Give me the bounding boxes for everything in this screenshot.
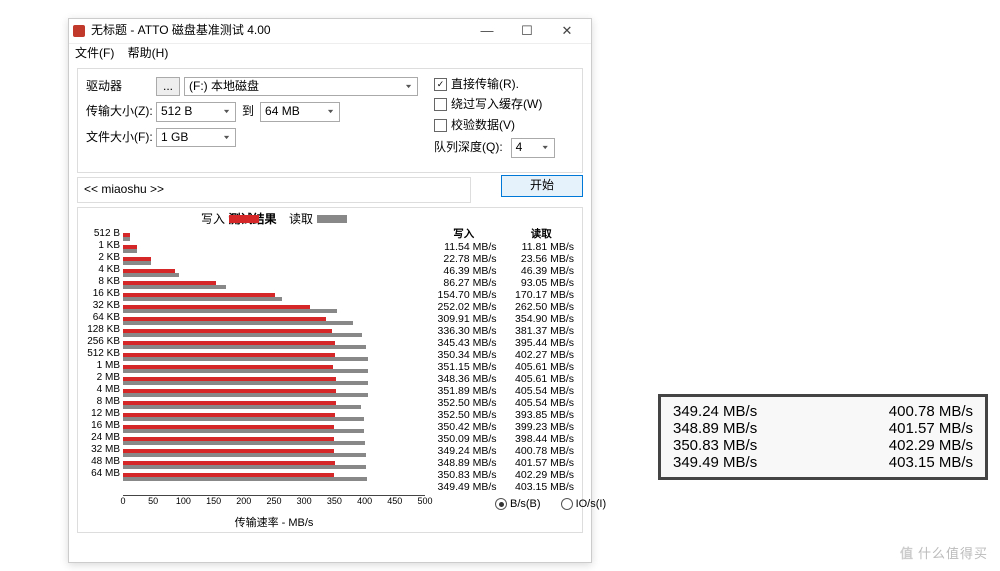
chart-x-axis: 050100150200250300350400450500: [123, 495, 425, 506]
unit-io-radio[interactable]: IO/s(I): [561, 497, 607, 511]
checkbox-checked-icon: ✓: [434, 78, 447, 91]
maximize-button[interactable]: ☐: [507, 23, 547, 40]
close-button[interactable]: ✕: [547, 23, 587, 40]
queue-depth-select[interactable]: 4▼: [511, 138, 555, 158]
menu-file[interactable]: 文件(F): [75, 46, 114, 60]
file-size-label: 文件大小(F):: [86, 130, 156, 146]
watermark: 值什么值得买: [900, 546, 988, 563]
chart-legend: 写入 读取: [123, 212, 425, 228]
chevron-down-icon: ▼: [326, 108, 335, 115]
drive-browse-button[interactable]: ...: [156, 77, 180, 97]
window-title: 无标题 - ATTO 磁盘基准测试 4.00: [91, 23, 467, 39]
status-bar: << miaoshu >>: [77, 177, 471, 203]
direct-io-checkbox[interactable]: ✓直接传输(R).: [434, 77, 574, 93]
app-icon: [73, 25, 85, 37]
radio-on-icon: [495, 498, 507, 510]
checkbox-icon: [434, 98, 447, 111]
highlight-callout: 349.24 MB/s400.78 MB/s 348.89 MB/s401.57…: [658, 394, 988, 480]
chevron-down-icon: ▼: [541, 145, 550, 152]
legend-write-swatch: [229, 215, 259, 223]
checkbox-icon: [434, 119, 447, 132]
chevron-down-icon: ▼: [404, 83, 413, 90]
drive-select[interactable]: (F:) 本地磁盘 ▼: [184, 77, 418, 97]
transfer-size-label: 传输大小(Z):: [86, 104, 156, 120]
unit-bytes-radio[interactable]: B/s(B): [495, 497, 541, 511]
queue-depth-label: 队列深度(Q):: [434, 140, 503, 156]
menu-help[interactable]: 帮助(H): [128, 46, 169, 60]
transfer-to-select[interactable]: 64 MB▼: [260, 102, 340, 122]
to-label: 到: [242, 104, 254, 120]
drive-value: (F:) 本地磁盘: [189, 79, 259, 95]
bypass-cache-checkbox[interactable]: 绕过写入缓存(W): [434, 97, 574, 113]
verify-checkbox[interactable]: 校验数据(V): [434, 118, 574, 134]
chevron-down-icon: ▼: [222, 134, 231, 141]
chart-bars: [123, 231, 425, 495]
titlebar[interactable]: 无标题 - ATTO 磁盘基准测试 4.00 — ☐ ✕: [69, 19, 591, 44]
chart-x-label: 传输速率 - MB/s: [123, 516, 425, 530]
radio-icon: [561, 498, 573, 510]
app-window: 无标题 - ATTO 磁盘基准测试 4.00 — ☐ ✕ 文件(F) 帮助(H)…: [68, 18, 592, 563]
file-size-select[interactable]: 1 GB▼: [156, 128, 236, 148]
menubar: 文件(F) 帮助(H): [69, 44, 591, 64]
legend-read-swatch: [317, 215, 347, 223]
minimize-button[interactable]: —: [467, 23, 507, 40]
chart-y-labels: 512 B1 KB2 KB4 KB8 KB16 KB32 KB64 KB128 …: [80, 228, 123, 531]
transfer-from-select[interactable]: 512 B▼: [156, 102, 236, 122]
results-group: 测试结果 512 B1 KB2 KB4 KB8 KB16 KB32 KB64 K…: [77, 207, 583, 533]
chevron-down-icon: ▼: [222, 108, 231, 115]
start-button[interactable]: 开始: [501, 175, 583, 197]
settings-group: 驱动器 ... (F:) 本地磁盘 ▼ 传输大小(Z): 512 B▼ 到: [77, 68, 583, 173]
drive-label: 驱动器: [86, 79, 156, 95]
values-table: 写入读取 11.54 MB/s11.81 MB/s22.78 MB/s23.56…: [425, 228, 580, 531]
